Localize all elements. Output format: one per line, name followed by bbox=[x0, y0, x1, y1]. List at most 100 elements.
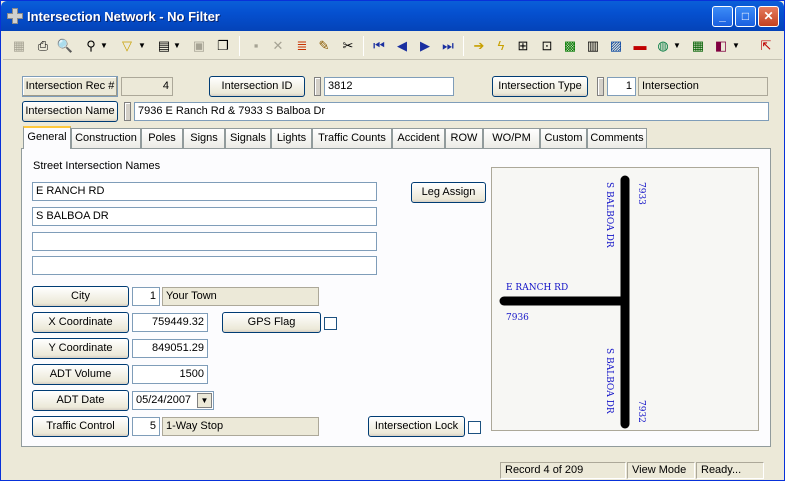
tab-poles[interactable]: Poles bbox=[141, 128, 183, 148]
adt-date-value: 05/24/2007 bbox=[136, 394, 192, 406]
print-preview-icon[interactable]: 🔍 bbox=[55, 36, 75, 56]
leg-assign-button[interactable]: Leg Assign bbox=[411, 182, 486, 203]
toolbar: ▦ ⎙ 🔍 ⚲ ▼ ▽ ▼ ▤ ▼ ▣ ❐ ▪ ✕ ≣ ✎ ✂ ⏮ ◀ ▶ ⏭ … bbox=[3, 32, 782, 60]
scissors-icon[interactable]: ✂ bbox=[338, 36, 358, 56]
close-icon: ✕ bbox=[763, 9, 774, 23]
tab-wo-pm[interactable]: WO/PM bbox=[483, 128, 540, 148]
map-label-ranch: E RANCH RD bbox=[506, 283, 569, 293]
intersection-id-field[interactable]: 3812 bbox=[324, 77, 454, 96]
y-coordinate-field[interactable]: 849051.29 bbox=[132, 339, 208, 358]
grid-icon[interactable]: ▦ bbox=[9, 36, 29, 56]
exit-icon[interactable]: ⇱ bbox=[756, 36, 776, 56]
adt-volume-field[interactable]: 1500 bbox=[132, 365, 208, 384]
gps-flag-button[interactable]: GPS Flag bbox=[222, 312, 321, 333]
chevron-down-icon[interactable]: ▼ bbox=[99, 36, 109, 56]
books-icon[interactable]: ≣ bbox=[292, 36, 312, 56]
edit-doc-icon[interactable]: ▣ bbox=[189, 36, 209, 56]
name-grip[interactable] bbox=[124, 102, 131, 121]
adt-date-combo[interactable]: 05/24/2007 ▼ bbox=[132, 391, 214, 410]
tab-lights[interactable]: Lights bbox=[271, 128, 312, 148]
tab-accident[interactable]: Accident bbox=[392, 128, 445, 148]
tab-signals[interactable]: Signals bbox=[225, 128, 271, 148]
map-label-balboa-top: S BALBOA DR bbox=[604, 182, 614, 248]
status-state: Ready... bbox=[696, 462, 764, 479]
copy-icon[interactable]: ❐ bbox=[213, 36, 233, 56]
x-coordinate-button[interactable]: X Coordinate bbox=[32, 312, 129, 333]
tab-comments[interactable]: Comments bbox=[587, 128, 647, 148]
map-canvas bbox=[499, 175, 630, 429]
calculator-icon[interactable]: ▥ bbox=[583, 36, 603, 56]
tab-construction[interactable]: Construction bbox=[71, 128, 141, 148]
street-name-field-3[interactable] bbox=[32, 232, 377, 251]
chevron-down-icon[interactable]: ▼ bbox=[731, 36, 741, 56]
intersection-id-button[interactable]: Intersection ID bbox=[209, 76, 305, 97]
maximize-button[interactable]: □ bbox=[735, 6, 756, 27]
map-label-7932: 7932 bbox=[636, 400, 646, 423]
tab-row[interactable]: ROW bbox=[445, 128, 483, 148]
first-record-icon[interactable]: ⏮ bbox=[369, 36, 389, 56]
street-names-label: Street Intersection Names bbox=[33, 160, 161, 172]
intersection-map[interactable]: S BALBOA DR 7933 E RANCH RD 7936 S BALBO… bbox=[491, 167, 759, 431]
street-name-field-1[interactable]: E RANCH RD bbox=[32, 182, 377, 201]
close-button[interactable]: ✕ bbox=[758, 6, 779, 27]
intersection-name-field[interactable]: 7936 E Ranch Rd & 7933 S Balboa Dr bbox=[134, 102, 769, 121]
x-coordinate-field[interactable]: 759449.32 bbox=[132, 313, 208, 332]
next-record-icon[interactable]: ▶ bbox=[415, 36, 435, 56]
app-icon bbox=[7, 8, 23, 24]
globe-icon[interactable]: ◍ bbox=[653, 36, 673, 56]
print-icon[interactable]: ⎙ bbox=[33, 36, 53, 56]
hierarchy-icon[interactable]: ⊡ bbox=[537, 36, 557, 56]
adt-volume-button[interactable]: ADT Volume bbox=[32, 364, 129, 385]
delete-icon[interactable]: ✕ bbox=[268, 36, 288, 56]
traffic-control-code-field[interactable]: 5 bbox=[132, 417, 160, 436]
last-record-icon[interactable]: ⏭ bbox=[438, 36, 458, 56]
filter-icon[interactable]: ▽ bbox=[117, 36, 137, 56]
city-code-field[interactable]: 1 bbox=[132, 287, 160, 306]
toolbox-icon[interactable]: ▬ bbox=[630, 36, 650, 56]
book-icon[interactable]: ◧ bbox=[711, 36, 731, 56]
adt-date-button[interactable]: ADT Date bbox=[32, 390, 129, 411]
chevron-down-icon[interactable]: ▼ bbox=[197, 393, 212, 408]
chevron-down-icon[interactable]: ▼ bbox=[172, 36, 182, 56]
network-icon[interactable]: ⊞ bbox=[513, 36, 533, 56]
gps-flag-checkbox[interactable] bbox=[324, 317, 337, 330]
binoculars-icon[interactable]: ⚲ bbox=[81, 36, 101, 56]
tab-traffic-counts[interactable]: Traffic Counts bbox=[312, 128, 392, 148]
save-icon[interactable]: ▪ bbox=[246, 36, 266, 56]
chart-icon[interactable]: ▨ bbox=[606, 36, 626, 56]
street-name-field-2[interactable]: S BALBOA DR bbox=[32, 207, 377, 226]
traffic-control-button[interactable]: Traffic Control bbox=[32, 416, 129, 437]
intersection-type-button[interactable]: Intersection Type bbox=[492, 76, 588, 97]
spreadsheet-icon[interactable]: ▦ bbox=[688, 36, 708, 56]
minimize-icon: _ bbox=[719, 9, 726, 23]
intersection-lock-button[interactable]: Intersection Lock bbox=[368, 416, 465, 437]
map-icon[interactable]: ▩ bbox=[560, 36, 580, 56]
app-window: Intersection Network - No Filter _ □ ✕ ▦… bbox=[0, 0, 785, 481]
previous-record-icon[interactable]: ◀ bbox=[392, 36, 412, 56]
tab-general[interactable]: General bbox=[23, 126, 71, 149]
record-grip[interactable] bbox=[314, 77, 321, 96]
chevron-down-icon[interactable]: ▼ bbox=[672, 36, 682, 56]
intersection-name-button[interactable]: Intersection Name bbox=[22, 101, 118, 122]
lightning-icon[interactable]: ϟ bbox=[491, 36, 511, 56]
intersection-rec-label: Intersection Rec # bbox=[22, 76, 118, 97]
maximize-icon: □ bbox=[741, 9, 750, 23]
intersection-type-value: Intersection bbox=[638, 77, 768, 96]
y-coordinate-button[interactable]: Y Coordinate bbox=[32, 338, 129, 359]
tab-signs[interactable]: Signs bbox=[183, 128, 225, 148]
intersection-lock-checkbox[interactable] bbox=[468, 421, 481, 434]
report-icon[interactable]: ▤ bbox=[154, 36, 174, 56]
goto-arrow-icon[interactable]: ➔ bbox=[469, 36, 489, 56]
intersection-rec-value: 4 bbox=[121, 77, 173, 96]
tab-custom[interactable]: Custom bbox=[540, 128, 587, 148]
type-grip[interactable] bbox=[597, 77, 604, 96]
city-button[interactable]: City bbox=[32, 286, 129, 307]
status-record: Record 4 of 209 bbox=[500, 462, 626, 479]
pencil-icon[interactable]: ✎ bbox=[314, 36, 334, 56]
traffic-control-value: 1-Way Stop bbox=[162, 417, 319, 436]
title-bar[interactable]: Intersection Network - No Filter _ □ ✕ bbox=[1, 1, 784, 31]
minimize-button[interactable]: _ bbox=[712, 6, 733, 27]
street-name-field-4[interactable] bbox=[32, 256, 377, 275]
chevron-down-icon[interactable]: ▼ bbox=[137, 36, 147, 56]
intersection-type-code[interactable]: 1 bbox=[607, 77, 636, 96]
